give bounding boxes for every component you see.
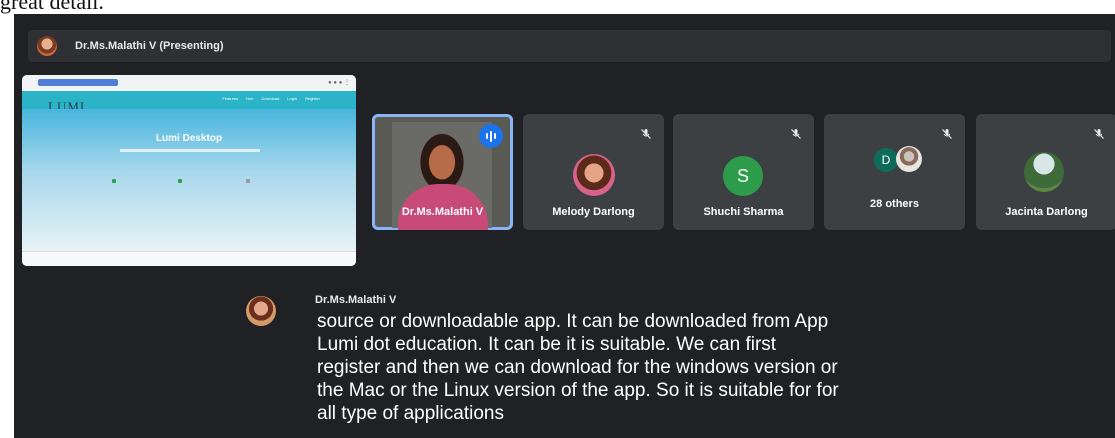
- caption-line: register and then we can download for th…: [317, 357, 838, 378]
- browser-status-bar: [22, 251, 356, 266]
- browser-chrome: ● ● ● ⋮: [22, 75, 356, 92]
- others-count: 28 others: [870, 198, 919, 210]
- caption-line: Lumi dot education. It can be it is suit…: [317, 334, 777, 355]
- presenting-label: Dr.Ms.Malathi V (Presenting): [75, 40, 224, 52]
- site-nav-item: Download: [261, 96, 280, 101]
- presenter-avatar: [37, 36, 57, 56]
- mic-off-icon: [791, 129, 801, 139]
- participant-tile-melody[interactable]: Melody Darlong: [523, 114, 664, 230]
- avatar: [573, 154, 615, 196]
- site-nav-item: Hub: [246, 96, 254, 101]
- mic-off-icon: [942, 129, 952, 139]
- presenting-bar[interactable]: Dr.Ms.Malathi V (Presenting): [28, 30, 1111, 62]
- participant-tile-others[interactable]: D 28 others: [824, 114, 965, 230]
- caption-speaker-name: Dr.Ms.Malathi V: [315, 294, 397, 306]
- download-linux-icon: [246, 179, 250, 183]
- participant-name: Jacinta Darlong: [1005, 206, 1088, 218]
- download-mac-icon: [178, 179, 182, 183]
- url-bar: [38, 79, 118, 86]
- participant-tile-jacinta[interactable]: Jacinta Darlong: [976, 114, 1115, 230]
- caption-line: source or downloadable app. It can be do…: [317, 311, 829, 332]
- participant-tile-shuchi[interactable]: S Shuchi Sharma: [673, 114, 814, 230]
- site-nav-item: Features: [222, 96, 239, 101]
- caption-line: the Mac or the Linux version of the app.…: [317, 380, 839, 401]
- caption-speaker-avatar: [246, 296, 276, 326]
- participant-name: Shuchi Sharma: [703, 206, 784, 218]
- mic-off-icon: [1094, 129, 1104, 139]
- download-windows-icon: [112, 179, 116, 183]
- site-hero: [22, 109, 356, 251]
- participant-name: Melody Darlong: [552, 206, 635, 218]
- site-title: Lumi Desktop: [155, 133, 223, 144]
- page-text-fragment: great detail.: [0, 0, 104, 14]
- site-nav-item: Login: [287, 96, 298, 101]
- caption-text: source or downloadable app. It can be do…: [317, 310, 937, 425]
- participant-name: Dr.Ms.Malathi V: [401, 206, 484, 218]
- site-nav-item: Register: [305, 96, 320, 101]
- meeting-stage: Dr.Ms.Malathi V (Presenting) ● ● ● ⋮ LUM…: [14, 14, 1115, 438]
- site-nav: Features Hub Download Login Register: [222, 96, 320, 101]
- shared-screen-tile[interactable]: ● ● ● ⋮ LUMI Features Hub Download Login…: [22, 75, 356, 266]
- site-subtitle-bar: [120, 149, 260, 152]
- avatar: S: [723, 156, 763, 196]
- avatar: D: [874, 148, 898, 172]
- speaking-indicator-icon: [479, 124, 503, 148]
- browser-menu-icon: ● ● ● ⋮: [328, 80, 350, 86]
- avatar: [1024, 152, 1064, 192]
- caption-line: all type of applications: [317, 403, 504, 424]
- participant-tile-malathi[interactable]: Dr.Ms.Malathi V: [372, 114, 513, 230]
- avatar: [896, 146, 922, 172]
- mic-off-icon: [641, 129, 651, 139]
